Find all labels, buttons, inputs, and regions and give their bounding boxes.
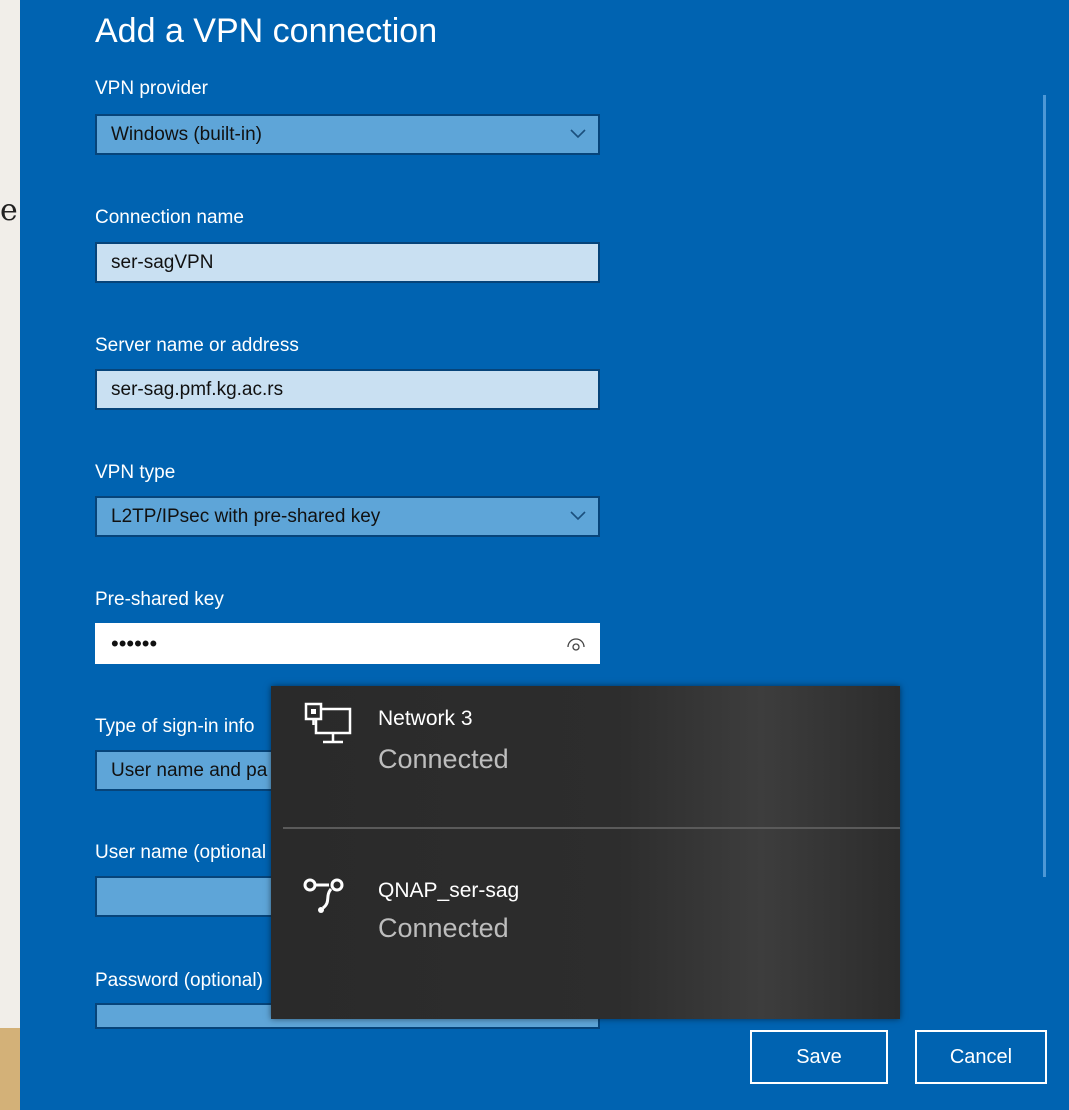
save-button[interactable]: Save (750, 1030, 888, 1084)
server-name-value: ser-sag.pmf.kg.ac.rs (111, 379, 284, 400)
background-slide (0, 0, 22, 1110)
vpn-type-label: VPN type (95, 462, 176, 483)
connection-name-value: ser-sagVPN (111, 252, 214, 273)
vpn-icon (303, 878, 344, 913)
wired-network-icon (304, 702, 352, 744)
chevron-down-icon (570, 511, 586, 521)
user-name-label: User name (optional (95, 842, 267, 863)
network-status: Connected (378, 744, 509, 774)
vpn-type-value: L2TP/IPsec with pre-shared key (111, 506, 381, 527)
vpn-type-dropdown[interactable]: L2TP/IPsec with pre-shared key (95, 496, 600, 537)
vpn-provider-value: Windows (built-in) (111, 124, 262, 145)
network-divider (283, 827, 900, 829)
pre-shared-key-field[interactable]: •••••• (95, 623, 600, 664)
vpn-provider-dropdown[interactable]: Windows (built-in) (95, 114, 600, 155)
cancel-button[interactable]: Cancel (915, 1030, 1047, 1084)
network-name: Network 3 (378, 707, 473, 730)
server-name-label: Server name or address (95, 335, 299, 356)
network-flyout: Network 3 Connected QNAP_ser-sag Connect… (271, 686, 900, 1019)
sign-in-type-value: User name and pa (111, 760, 268, 781)
pre-shared-key-value: •••••• (111, 631, 158, 656)
connection-name-field[interactable]: ser-sagVPN (95, 242, 600, 283)
network-name: QNAP_ser-sag (378, 879, 520, 902)
background-slide-corner (0, 1028, 22, 1110)
pre-shared-key-label: Pre-shared key (95, 589, 224, 610)
scrollbar[interactable] (1043, 95, 1046, 877)
reveal-password-icon[interactable] (566, 634, 586, 654)
server-name-field[interactable]: ser-sag.pmf.kg.ac.rs (95, 369, 600, 410)
sign-in-type-label: Type of sign-in info (95, 716, 255, 737)
background-text: e (0, 193, 18, 228)
password-label: Password (optional) (95, 970, 263, 991)
chevron-down-icon (570, 129, 586, 139)
connection-name-label: Connection name (95, 207, 244, 228)
dialog-title: Add a VPN connection (95, 12, 438, 50)
vpn-provider-label: VPN provider (95, 78, 208, 99)
network-status: Connected (378, 913, 509, 943)
